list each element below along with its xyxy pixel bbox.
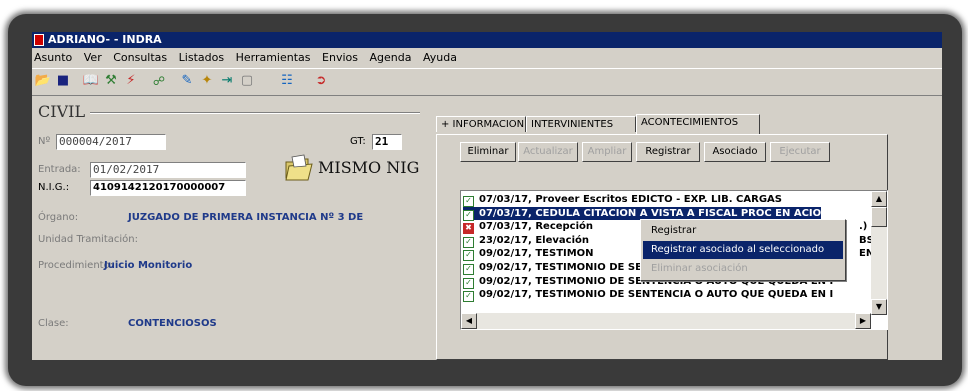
book-icon[interactable]: 📖 <box>82 72 100 90</box>
gt-field[interactable]: 21 <box>372 134 402 150</box>
event-row[interactable]: ✓ 07/03/17, Proveer Escritos EDICTO - EXP… <box>463 193 782 207</box>
nig-field[interactable]: 4109142120170000007 <box>90 180 246 196</box>
context-registrar-asociado[interactable]: Registrar asociado al seleccionado <box>643 241 843 259</box>
section-title: CIVIL <box>38 102 86 121</box>
menu-envios[interactable]: Envios <box>322 51 358 64</box>
search-docs-icon[interactable]: ☷ <box>278 72 296 90</box>
event-text: 23/02/17, Elevación <box>479 234 589 246</box>
menu-agenda[interactable]: Agenda <box>369 51 411 64</box>
num-field[interactable]: 000004/2017 <box>56 134 166 150</box>
open-folder-icon[interactable]: 📂 <box>34 72 52 90</box>
ejecutar-button[interactable]: Ejecutar <box>770 142 830 162</box>
procedimiento-label: Procedimiento: <box>38 260 114 271</box>
menu-ver[interactable]: Ver <box>84 51 102 64</box>
asociado-button[interactable]: Asociado <box>704 142 766 162</box>
context-menu: Registrar Registrar asociado al seleccio… <box>640 219 846 281</box>
network-icon[interactable]: ☍ <box>150 72 168 90</box>
scroll-down-icon[interactable]: ▼ <box>871 299 887 315</box>
event-row[interactable]: ✓ 09/02/17, TESTIMONIO DE SENTENCIA O AUT… <box>463 288 834 303</box>
event-text: 09/02/17, TESTIMONIO DE SENTENCIA O AUTO… <box>479 289 834 301</box>
eliminar-button[interactable]: Eliminar <box>460 142 516 162</box>
entrada-label: Entrada: <box>38 164 81 175</box>
checkmark-icon: ✓ <box>463 291 474 303</box>
scroll-left-icon[interactable]: ◀ <box>461 313 477 329</box>
checkmark-icon: ✓ <box>463 196 474 207</box>
event-text: 07/03/17, Proveer Escritos EDICTO - EXP.… <box>479 194 782 205</box>
event-text: 07/03/17, Recepción <box>479 221 594 233</box>
menu-ayuda[interactable]: Ayuda <box>423 51 457 64</box>
registrar-button[interactable]: Registrar <box>636 142 700 162</box>
edit-icon[interactable]: ✎ <box>178 72 196 90</box>
exit-icon[interactable]: ➲ <box>312 72 330 90</box>
window-title: ADRIANO- - INDRA <box>48 33 162 46</box>
ampliar-button[interactable]: Ampliar <box>582 142 632 162</box>
screenshot-frame: ADRIANO- - INDRA Asunto Ver Consultas Li… <box>8 14 962 386</box>
clase-value: CONTENCIOSOS <box>128 318 217 329</box>
export-icon[interactable]: ⇥ <box>218 72 236 90</box>
context-registrar[interactable]: Registrar <box>643 222 843 240</box>
scroll-right-icon[interactable]: ▶ <box>855 313 871 329</box>
checkmark-icon: ✓ <box>463 277 474 289</box>
vertical-scrollbar[interactable]: ▲ ▼ <box>871 191 887 315</box>
tools-icon[interactable]: ⚒ <box>102 72 120 90</box>
unidad-label: Unidad Tramitación: <box>38 234 138 245</box>
menu-asunto[interactable]: Asunto <box>34 51 72 64</box>
scroll-up-icon[interactable]: ▲ <box>871 191 887 207</box>
left-panel: CIVIL Nº 000004/2017 GT: 21 Entrada: 01/… <box>36 102 428 360</box>
event-row[interactable]: ✓09/02/17, TESTIMONEN I <box>463 247 881 262</box>
save-icon[interactable]: ■ <box>54 72 72 90</box>
context-eliminar-asociacion[interactable]: Eliminar asociación <box>643 260 843 278</box>
tab-intervinientes[interactable]: INTERVINIENTES <box>526 116 636 132</box>
event-row[interactable]: ✓ 07/03/17, CEDULA CITACION A VISTA A FIS… <box>463 206 822 221</box>
toolbar: 📂 ■ 📖 ⚒ ⚡ ☍ ✎ ✦ ⇥ ▢ ☷ ➲ <box>32 68 942 96</box>
clase-label: Clase: <box>38 318 69 329</box>
app-icon <box>34 34 44 46</box>
menu-listados[interactable]: Listados <box>179 51 224 64</box>
menu-consultas[interactable]: Consultas <box>113 51 167 64</box>
menu-bar: Asunto Ver Consultas Listados Herramient… <box>32 49 942 67</box>
organo-label: Órgano: <box>38 212 79 223</box>
checkmark-icon: ✓ <box>463 209 474 221</box>
checkmark-icon: ✓ <box>463 264 474 275</box>
menu-herramientas[interactable]: Herramientas <box>236 51 311 64</box>
blank-icon[interactable]: ▢ <box>238 72 256 90</box>
tab-acontecimientos[interactable]: ACONTECIMIENTOS <box>636 114 760 134</box>
event-text: 07/03/17, CEDULA CITACION A VISTA A FISC… <box>479 207 822 219</box>
procedimiento-value: Juicio Monitorio <box>104 260 193 271</box>
pending-status-icon: ✖ <box>463 223 474 235</box>
scroll-thumb[interactable] <box>871 207 887 227</box>
mismo-nig-label: MISMO NIG <box>318 158 420 177</box>
organo-value: JUZGADO DE PRIMERA INSTANCIA Nº 3 DE <box>128 212 364 223</box>
num-label: Nº <box>38 136 51 147</box>
gt-label: GT: <box>350 136 366 147</box>
lightning-icon[interactable]: ⚡ <box>122 72 140 90</box>
event-row[interactable]: ✓23/02/17, ElevaciónBSO <box>463 234 882 248</box>
section-divider <box>90 112 420 114</box>
event-row[interactable]: ✖07/03/17, Recepción.) za <box>463 220 883 235</box>
folder-icon <box>285 154 313 181</box>
horizontal-scrollbar[interactable]: ◀ ▶ <box>461 313 871 329</box>
wand-icon[interactable]: ✦ <box>198 72 216 90</box>
nig-label: N.I.G.: <box>38 182 70 193</box>
actualizar-button[interactable]: Actualizar <box>518 142 578 162</box>
tab-informacion[interactable]: + INFORMACION <box>436 116 526 132</box>
title-bar: ADRIANO- - INDRA <box>32 32 942 48</box>
app-window: ADRIANO- - INDRA Asunto Ver Consultas Li… <box>32 32 942 360</box>
checkmark-icon: ✓ <box>463 250 474 262</box>
event-text: 09/02/17, TESTIMON <box>479 248 594 260</box>
entrada-field[interactable]: 01/02/2017 <box>90 162 246 178</box>
checkmark-icon: ✓ <box>463 236 474 248</box>
